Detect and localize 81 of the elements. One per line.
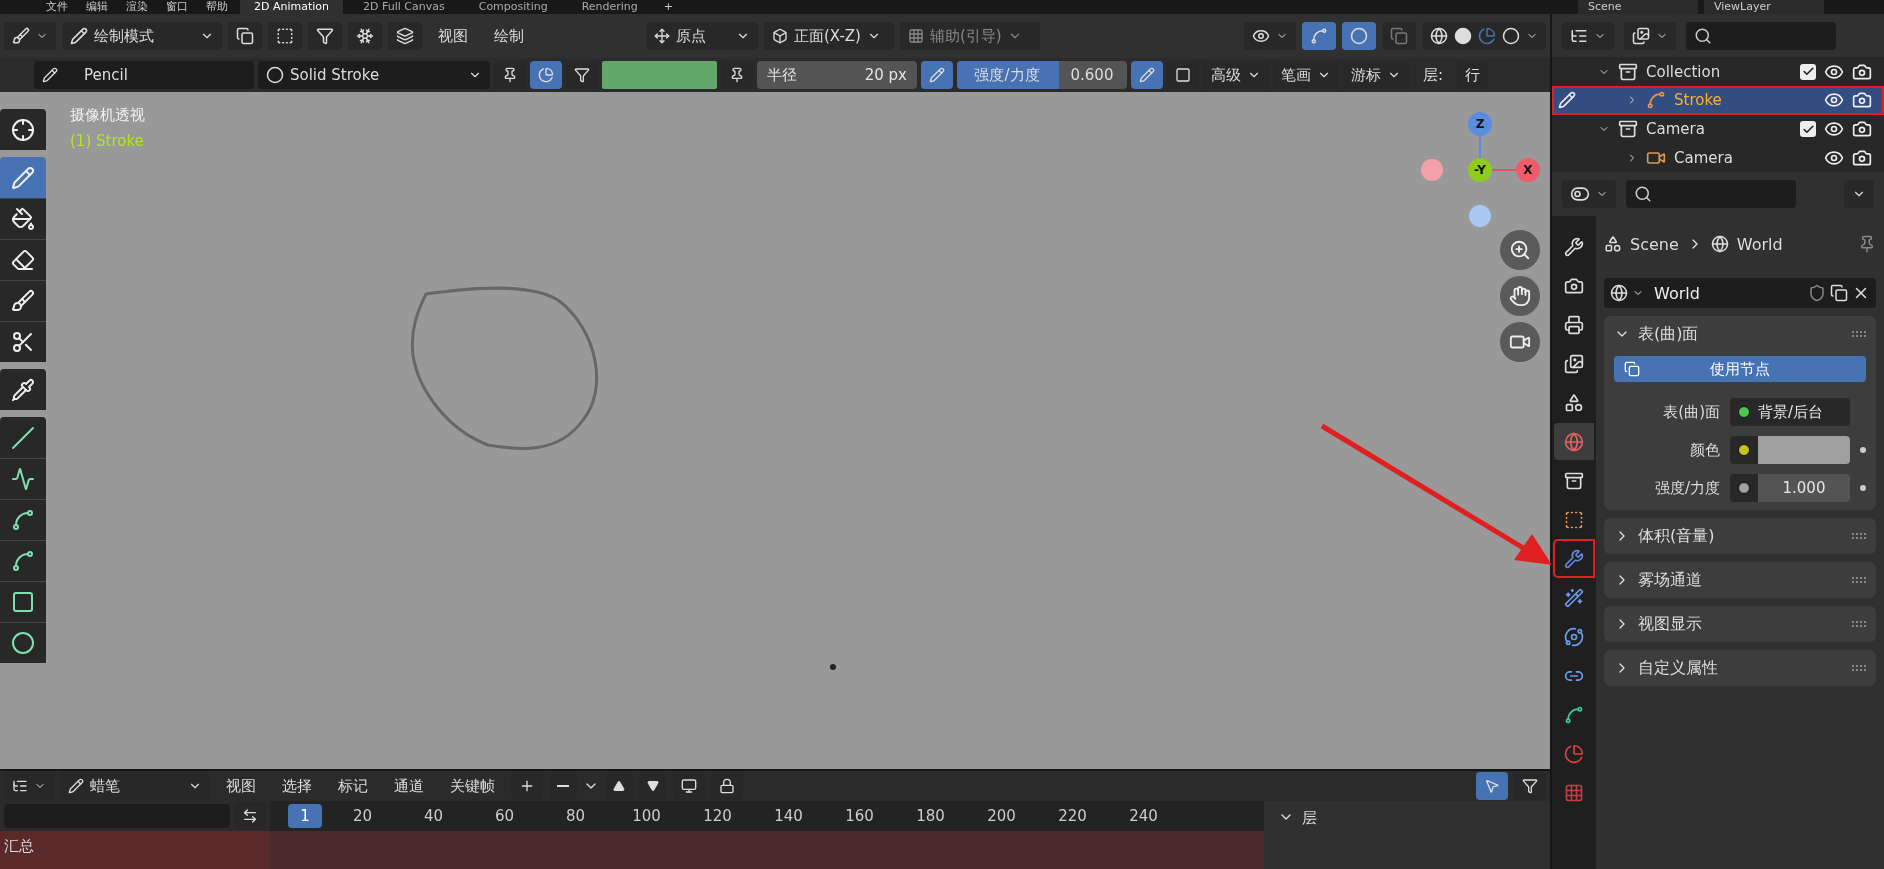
layer-label: 层: [1422,65,1445,85]
menu-item[interactable]: 选择 [272,776,322,796]
menu-item[interactable]: 帮助 [200,0,234,14]
frame-tick: 60 [493,807,516,825]
property-label: 强度/力度 [1653,478,1720,498]
scene-field[interactable]: Scene [1578,0,1698,14]
panel-title: 雾场通道 [1638,569,1702,591]
outliner-row[interactable]: Camera [1552,143,1884,172]
frame-tick: 240 [1128,807,1159,825]
guides-dropdown[interactable]: 辅助(引导) [900,22,1040,50]
outliner-row[interactable]: Collection [1552,57,1884,87]
outliner-label: Collection [1646,62,1722,81]
property-field[interactable]: 背景/后台 [1730,398,1850,426]
frame-tick: 20 [351,807,374,825]
panel-title: 体积(音量) [1638,525,1715,547]
viewport[interactable]: 摄像机透视 (1) Stroke Z -Y X [0,92,1550,769]
strength-slider[interactable]: 强度/力度 0.600 [957,61,1127,89]
menu-item[interactable]: 编辑 [80,0,114,14]
frame-tick: 100 [631,807,662,825]
pivot-dropdown[interactable]: 原点 [646,22,758,50]
mode-dropdown[interactable]: 绘制模式 [62,22,222,50]
panel-header[interactable]: 视图显示 [1614,606,1866,642]
menu-item[interactable]: 渲染 [120,0,154,14]
menu-item[interactable]: 绘制 [484,26,534,46]
outliner-label: Stroke [1674,91,1723,110]
breadcrumb-item[interactable]: Scene [1630,234,1679,254]
menu-item[interactable]: 视图 [428,26,478,46]
add-workspace-button[interactable]: + [657,0,680,14]
panel-title: 表(曲)面 [1638,323,1699,345]
axis-label[interactable]: X [1516,158,1540,182]
current-frame-indicator[interactable]: 1 [288,804,322,828]
channel-row[interactable]: 汇总 [0,831,270,869]
radius-field[interactable]: 半径 20 px [757,61,917,89]
panel-header[interactable]: 体积(音量) [1614,518,1866,554]
frame-tick: 140 [773,807,804,825]
orientation-dropdown[interactable]: 正面(X-Z) [764,22,894,50]
menu-item[interactable]: 视图 [216,776,266,796]
menu-item[interactable]: 窗口 [160,0,194,14]
menu-item[interactable]: 关键帧 [440,776,505,796]
panel-header[interactable]: 自定义属性 [1614,650,1866,686]
workspace-tab[interactable]: 2D Animation [240,0,344,14]
frame-tick: 220 [1057,807,1088,825]
property-field[interactable]: 1.000 [1730,474,1850,502]
outliner-label: Camera [1646,120,1706,139]
settings-dropdown[interactable]: 游标 [1343,61,1409,89]
axis-label[interactable]: Z [1468,112,1492,136]
property-label: 颜色 [1689,440,1720,460]
menu-item[interactable]: 文件 [40,0,74,14]
brush-field[interactable]: Pencil [34,61,254,89]
panel-title: 视图显示 [1638,613,1702,635]
view-layer-field[interactable]: ViewLayer [1704,0,1824,14]
settings-dropdown[interactable]: 笔画 [1273,61,1339,89]
frame-tick: 80 [564,807,587,825]
property-label: 表(曲)面 [1662,402,1720,422]
frame-tick: 120 [702,807,733,825]
use-nodes-button[interactable]: 使用节点 [1614,356,1866,382]
workspace-tab[interactable]: Compositing [464,0,562,14]
panel-header[interactable]: 表(曲)面 [1614,316,1866,352]
object-label: (1) Stroke [70,132,144,150]
workspace-tab[interactable]: Rendering [567,0,652,14]
menu-item[interactable]: 标记 [328,776,378,796]
material-dropdown[interactable]: Solid Stroke [258,61,490,89]
panel-title: 自定义属性 [1638,657,1718,679]
panel-title: 层 [1302,809,1317,828]
panel-header[interactable]: 雾场通道 [1614,562,1866,598]
frame-tick: 200 [986,807,1017,825]
outliner-label: Camera [1674,148,1734,167]
frame-tick: 160 [844,807,875,825]
settings-dropdown[interactable]: 高级 [1203,61,1269,89]
layer-dropdown[interactable]: 行 [1457,61,1489,89]
workspace-tab[interactable]: 2D Full Canvas [349,0,459,14]
world-field[interactable]: World [1604,278,1876,308]
breadcrumb-item[interactable]: World [1736,234,1783,254]
view-name: 摄像机透视 [70,106,145,125]
mode-dropdown[interactable]: 蜡笔 [60,772,210,800]
menu-item[interactable]: 通道 [384,776,434,796]
outliner-row[interactable]: Camera [1552,114,1884,144]
outliner-row[interactable]: Stroke [1552,86,1884,115]
frame-tick: 40 [422,807,445,825]
frame-tick: 180 [915,807,946,825]
axis-label[interactable]: -Y [1468,158,1492,182]
